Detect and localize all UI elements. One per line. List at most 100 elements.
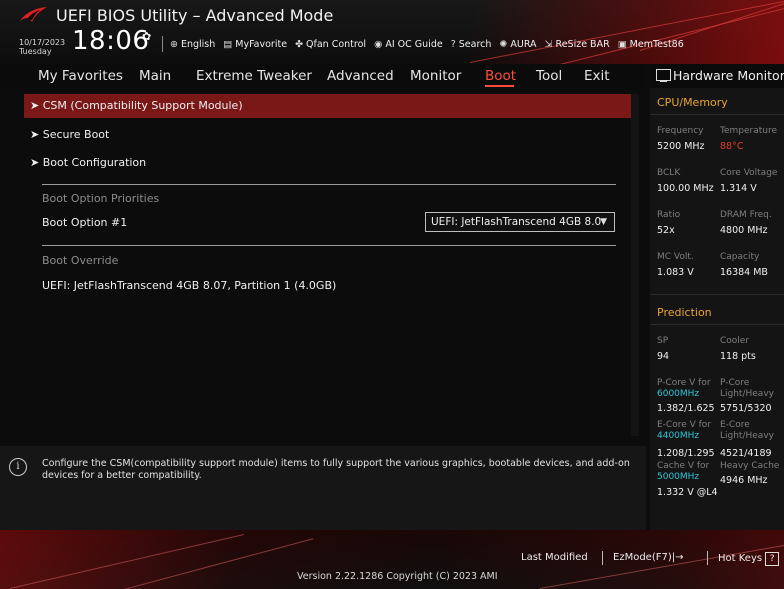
quick-qfan-control-button[interactable]: ✤ Qfan Control	[295, 39, 366, 50]
hardware-monitor-header: Hardware Monitor	[650, 64, 784, 88]
cooler-label: Cooler	[720, 336, 750, 346]
exit-arrow-icon: →	[675, 552, 684, 563]
quick-search-button[interactable]: ? Search	[451, 39, 492, 50]
rog-logo-icon	[20, 7, 47, 22]
footer-divider	[602, 551, 603, 565]
sp-label: SP	[657, 336, 669, 346]
tab-boot[interactable]: Boot	[485, 68, 516, 84]
boot-override-item[interactable]: UEFI: JetFlashTranscend 4GB 8.07, Partit…	[42, 279, 336, 292]
ratio-value: 52x	[657, 225, 675, 236]
bclk-value: 100.00 MHz	[657, 183, 714, 194]
quick-resize-bar-button[interactable]: ⇲ ReSize BAR	[545, 39, 610, 50]
core-voltage-label: Core Voltage	[720, 168, 778, 178]
quick-ai-oc-guide-button[interactable]: ◉ AI OC Guide	[374, 39, 443, 50]
capacity-label: Capacity	[720, 252, 760, 262]
ezmode-label: EzMode(F7)|	[613, 552, 676, 563]
section-boot-override: Boot Override	[42, 254, 119, 267]
monitor-icon	[656, 69, 671, 82]
pcore-v-label: P-Core V for	[657, 378, 711, 388]
quick-aura-button[interactable]: ✺ AURA	[499, 39, 536, 50]
footer-divider	[707, 551, 708, 565]
quick-myfavorite-button[interactable]: ▤ MyFavorite	[223, 39, 287, 50]
day-text: Tuesday	[19, 47, 52, 56]
bclk-label: BCLK	[657, 168, 681, 178]
date-display: 10/17/2023 Tuesday	[19, 38, 65, 56]
menu-item-csm[interactable]: ➤ CSM (Compatibility Support Module)	[30, 99, 243, 112]
boot-settings-panel: ➤ CSM (Compatibility Support Module) ➤ S…	[0, 88, 646, 440]
tab-main[interactable]: Main	[139, 68, 171, 84]
favorite-icon: ▤	[223, 39, 233, 50]
globe-icon: ⊕	[170, 39, 178, 50]
ecore-v-freq: 4400MHz	[657, 431, 700, 441]
section-divider	[42, 184, 616, 185]
dram-freq-label: DRAM Freq.	[720, 210, 772, 220]
sp-value: 94	[657, 351, 670, 362]
boot-option-1-label: Boot Option #1	[42, 216, 128, 229]
app-title: UEFI BIOS Utility – Advanced Mode	[56, 6, 334, 25]
tab-monitor[interactable]: Monitor	[410, 68, 461, 84]
date-text: 10/17/2023	[19, 38, 66, 47]
aura-icon: ✺	[499, 39, 508, 50]
pcore-light-heavy-label: P-Core Light/Heavy	[720, 378, 774, 399]
frequency-value: 5200 MHz	[657, 141, 705, 152]
chevron-right-icon: ➤	[30, 99, 43, 112]
menu-item-label: Secure Boot	[42, 128, 110, 141]
tab-exit[interactable]: Exit	[584, 68, 610, 84]
heavy-cache-label: Heavy Cache	[720, 461, 780, 471]
ezmode-button[interactable]: EzMode(F7)|→	[613, 552, 684, 563]
menu-item-boot-configuration[interactable]: ➤ Boot Configuration	[30, 156, 146, 169]
pcore-v-freq: 6000MHz	[657, 389, 700, 399]
section-divider	[650, 324, 784, 325]
pcore-v-value: 1.382/1.625	[657, 403, 715, 414]
hardware-monitor-title: Hardware Monitor	[673, 68, 784, 83]
section-divider	[650, 294, 784, 295]
quick-item-label: Qfan Control	[306, 39, 367, 50]
cache-v-freq: 5000MHz	[657, 472, 700, 482]
boot-option-1-value: UEFI: JetFlashTranscend 4GB 8.0	[431, 216, 602, 228]
ecore-v-label: E-Core V for	[657, 420, 712, 430]
dram-freq-value: 4800 MHz	[720, 225, 768, 236]
quick-item-label: Search	[458, 39, 492, 50]
section-divider	[650, 114, 784, 115]
temperature-value: 88°C	[720, 141, 744, 152]
quick-item-label: MemTest86	[629, 39, 684, 50]
scrollbar-track[interactable]	[631, 94, 639, 436]
quick-item-label: English	[180, 39, 216, 50]
last-modified-button[interactable]: Last Modified	[521, 552, 588, 563]
title-bar: UEFI BIOS Utility – Advanced Mode 10/17/…	[0, 0, 784, 64]
mc-volt-label: MC Volt.	[657, 252, 694, 262]
ecore-light-heavy-value: 4521/4189	[720, 448, 772, 459]
menu-item-label: Boot Configuration	[42, 156, 147, 169]
main-tabs: My Favorites Main Extreme Tweaker Advanc…	[0, 64, 646, 88]
clock-settings-icon[interactable]: ✿	[142, 30, 151, 43]
quick-memtest86-button[interactable]: ▣ MemTest86	[618, 39, 684, 50]
boot-option-1-select[interactable]: UEFI: JetFlashTranscend 4GB 8.0 ▼	[425, 212, 615, 232]
memtest-icon: ▣	[617, 39, 627, 50]
tab-advanced[interactable]: Advanced	[327, 68, 394, 84]
tab-tool[interactable]: Tool	[536, 68, 562, 84]
help-key-icon: ?	[765, 552, 780, 566]
footer-bar: Version 2.22.1286 Copyright (C) 2023 AMI…	[0, 530, 784, 589]
ai-icon: ◉	[374, 39, 383, 50]
cache-v-value: 1.332 V @L4	[657, 487, 718, 498]
tab-my-favorites[interactable]: My Favorites	[38, 68, 123, 84]
tab-extreme-tweaker[interactable]: Extreme Tweaker	[196, 68, 312, 84]
menu-item-secure-boot[interactable]: ➤ Secure Boot	[30, 128, 109, 141]
section-divider	[42, 245, 616, 246]
resize-bar-icon: ⇲	[544, 39, 553, 50]
chevron-right-icon: ➤	[30, 156, 43, 169]
ecore-light-heavy-label: E-Core Light/Heavy	[720, 420, 774, 441]
quick-toolbar: ⊕ English ▤ MyFavorite ✤ Qfan Control ◉ AI OC G…	[170, 39, 684, 50]
menu-item-label: CSM (Compatibility Support Module)	[42, 99, 243, 112]
quick-english-button[interactable]: ⊕ English	[170, 39, 215, 50]
hot-keys-button[interactable]: Hot Keys?	[718, 552, 780, 566]
ratio-label: Ratio	[657, 210, 681, 220]
section-boot-option-priorities: Boot Option Priorities	[42, 192, 160, 205]
mc-volt-value: 1.083 V	[657, 267, 694, 278]
header-divider	[162, 36, 163, 52]
temperature-label: Temperature	[720, 126, 778, 136]
version-text: Version 2.22.1286 Copyright (C) 2023 AMI	[297, 571, 498, 582]
clock: 18:06	[72, 26, 150, 56]
prediction-section: Prediction	[657, 306, 712, 319]
pcore-light-heavy-value: 5751/5320	[720, 403, 772, 414]
